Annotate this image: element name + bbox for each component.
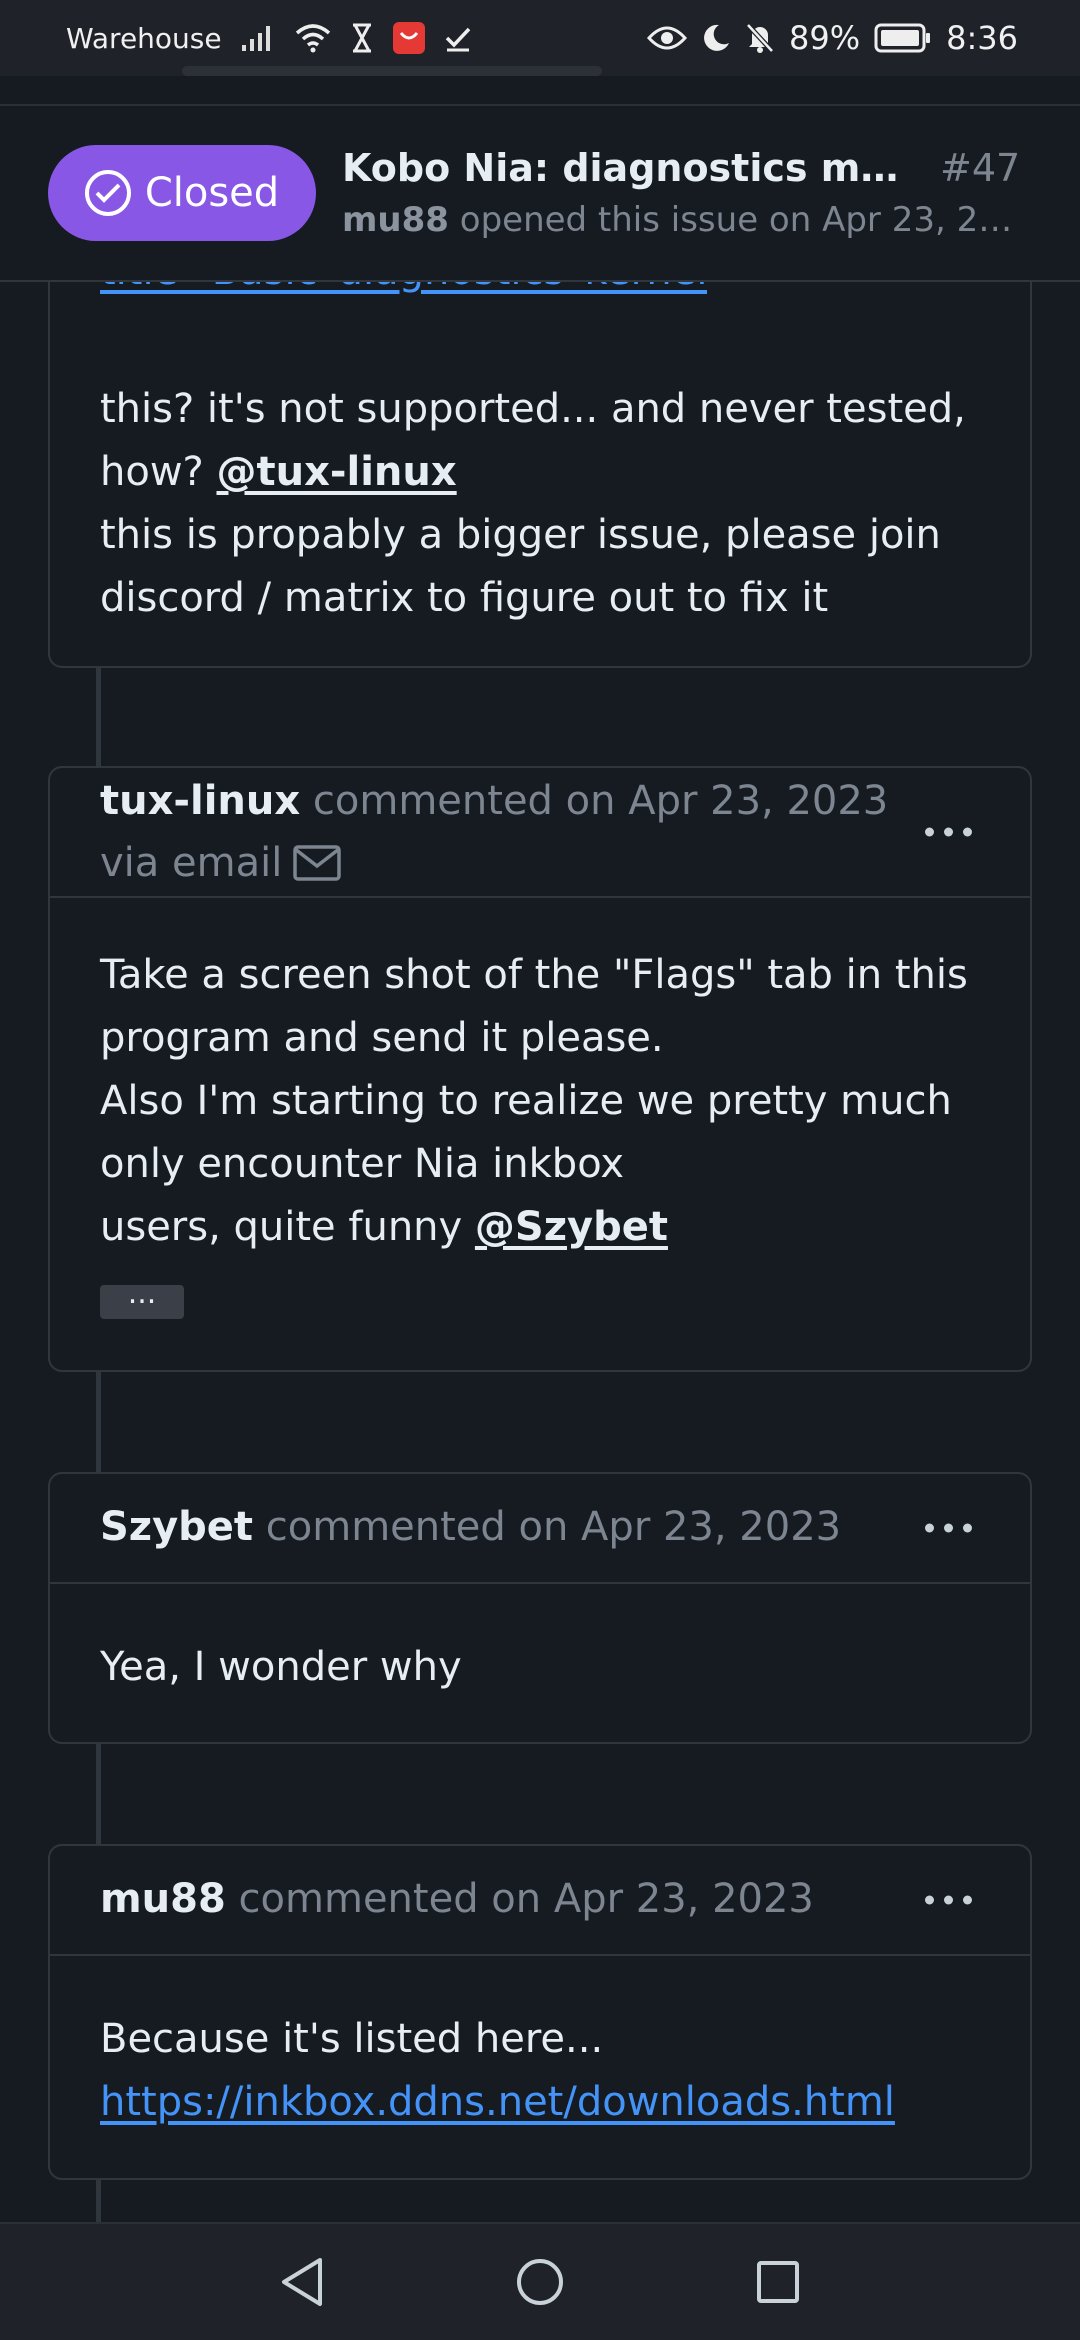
back-icon[interactable] [272, 2252, 332, 2312]
home-icon[interactable] [510, 2252, 570, 2312]
comment-text-line: discord / matrix to figure out to fix it [100, 575, 829, 621]
comment-text-line: program and send it please. [100, 1015, 664, 1061]
comment-card: Szybet commented on Apr 23, 2023 Yea, I … [48, 1472, 1032, 1744]
timeline-connector [96, 2180, 101, 2222]
bell-off-icon [745, 22, 775, 54]
signal-icon [240, 23, 276, 53]
comment-text-line: Also I'm starting to realize we pretty m… [100, 1078, 952, 1124]
timeline-connector [96, 1744, 101, 1844]
drag-handle[interactable] [182, 66, 602, 76]
closed-check-icon [84, 170, 131, 216]
issue-title: Kobo Nia: diagnostics mod... [342, 146, 922, 190]
downloads-link[interactable]: https://inkbox.ddns.net/downloads.html [100, 2079, 895, 2125]
more-dots-icon[interactable] [925, 1523, 972, 1533]
battery-percent: 89% [789, 19, 861, 57]
hourglass-icon [350, 23, 374, 53]
shop-app-icon [392, 21, 426, 55]
comment-header: Szybet commented on Apr 23, 2023 [50, 1474, 1030, 1584]
comment-author[interactable]: tux-linux [100, 778, 300, 824]
issue-number: #47 [940, 146, 1021, 190]
expand-hidden-text-button[interactable]: ... [100, 1279, 184, 1319]
battery-icon [874, 23, 932, 53]
clock: 8:36 [946, 19, 1018, 57]
via-email-label: via email [100, 840, 283, 886]
mention-szybet[interactable]: @Szybet [475, 1204, 668, 1250]
mention-tux-linux[interactable]: @tux-linux [216, 449, 456, 495]
comment-text-line: Yea, I wonder why [100, 1644, 462, 1690]
recents-icon[interactable] [748, 2252, 808, 2312]
status-bar: Warehouse 89% 8:36 [0, 0, 1080, 76]
comment-text-line: how? @tux-linux [100, 449, 457, 495]
eye-icon [647, 24, 688, 52]
comment-text-line: Take a screen shot of the "Flags" tab in… [100, 952, 968, 998]
comment-date: commented on Apr 23, 2023 [238, 1876, 814, 1922]
carrier-label: Warehouse [66, 21, 222, 55]
comment-text-line: this is propably a bigger issue, please … [100, 512, 941, 558]
issue-opened-by: mu88 opened this issue on Apr 23, 20... [342, 200, 1032, 240]
issue-opened-text: opened this issue on Apr 23, 20... [459, 200, 1032, 240]
comment-date: commented on Apr 23, 2023 [312, 778, 889, 824]
issue-header: Closed Kobo Nia: diagnostics mod... #47 … [0, 104, 1080, 282]
comment-author[interactable]: mu88 [100, 1876, 226, 1922]
comment-author[interactable]: Szybet [100, 1504, 253, 1550]
comment-header: tux-linux commented on Apr 23, 2023 via … [50, 768, 1030, 898]
timeline-connector [96, 1372, 101, 1472]
issue-author[interactable]: mu88 [342, 200, 449, 240]
moon-icon [701, 23, 731, 53]
closed-state-badge: Closed [48, 145, 316, 241]
comment-text-line: users, quite funny @Szybet [100, 1204, 668, 1250]
comment-text-line: Because it's listed here... [100, 2016, 604, 2062]
more-dots-icon[interactable] [925, 827, 972, 837]
mail-icon [292, 844, 342, 882]
comment-text-line: this? it's not supported... and never te… [100, 386, 966, 432]
comment-date: commented on Apr 23, 2023 [265, 1504, 842, 1550]
checkmark-icon [444, 24, 472, 52]
comment-header: mu88 commented on Apr 23, 2023 [50, 1846, 1030, 1956]
comment-text-line: only encounter Nia inkbox [100, 1141, 625, 1187]
wifi-icon [294, 23, 332, 53]
timeline-connector [96, 668, 101, 766]
comment-card: tux-linux commented on Apr 23, 2023 via … [48, 766, 1032, 1372]
comment-card: mu88 commented on Apr 23, 2023 Because i… [48, 1844, 1032, 2180]
more-dots-icon[interactable] [925, 1895, 972, 1905]
closed-label: Closed [144, 170, 280, 216]
system-nav-bar [0, 2222, 1080, 2340]
